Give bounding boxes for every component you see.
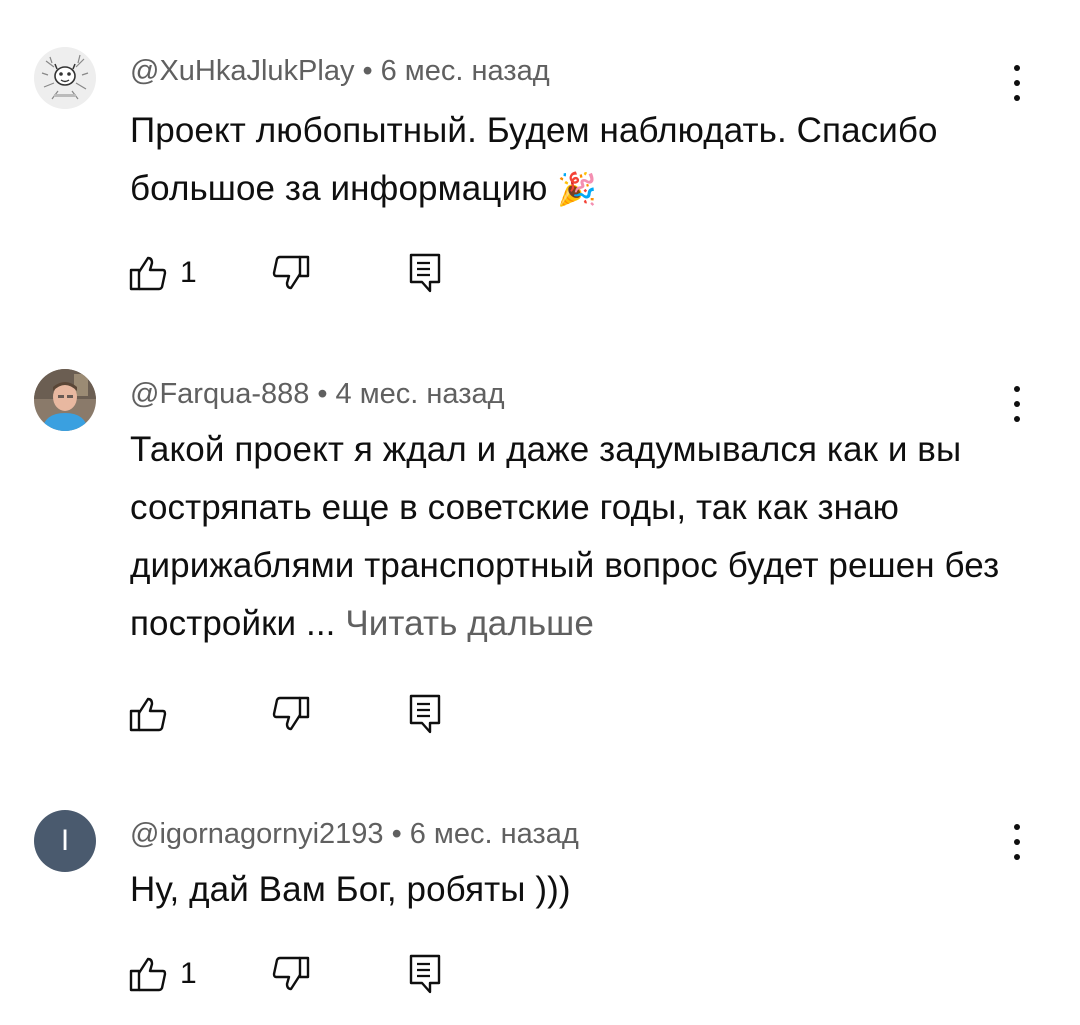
thumbs-up-icon — [129, 256, 167, 291]
comment-author[interactable]: @XuHkaJlukPlay — [130, 55, 354, 87]
reply-comment-icon — [409, 253, 441, 293]
more-vertical-icon[interactable] — [1003, 384, 1031, 424]
comment-time[interactable]: 4 мес. назад — [336, 378, 505, 410]
comment-meta: @igornagornyi2193 • 6 мес. назад — [130, 818, 579, 851]
more-vertical-icon[interactable] — [1003, 822, 1031, 862]
like-count: 1 — [180, 957, 197, 990]
avatar[interactable] — [34, 47, 96, 109]
reply-button[interactable] — [408, 251, 442, 295]
thumbs-up-icon — [129, 957, 167, 992]
thumbs-down-icon — [272, 255, 310, 290]
dislike-button[interactable] — [271, 952, 311, 996]
like-button[interactable] — [128, 692, 180, 736]
dislike-button[interactable] — [271, 251, 311, 295]
thumbs-down-icon — [272, 956, 310, 991]
thumbs-up-icon — [129, 697, 167, 732]
avatar[interactable] — [34, 369, 96, 431]
separator-dot: • — [317, 378, 328, 410]
dislike-button[interactable] — [271, 692, 311, 736]
like-button[interactable]: 1 — [128, 952, 197, 996]
channel-logo-icon — [34, 47, 96, 109]
comment-meta: @Farqua-888 • 4 мес. назад — [130, 378, 505, 411]
user-photo-icon — [34, 369, 96, 431]
like-count: 1 — [180, 256, 197, 289]
comment-text: Проект любопытный. Будем наблюдать. Спас… — [130, 111, 938, 208]
avatar[interactable]: I — [34, 810, 96, 872]
comment-time[interactable]: 6 мес. назад — [381, 55, 550, 87]
comment-actions: 1 — [128, 952, 528, 996]
separator-dot: • — [362, 55, 373, 87]
reply-button[interactable] — [408, 952, 442, 996]
reply-comment-icon — [409, 954, 441, 994]
comment-meta: @XuHkaJlukPlay • 6 мес. назад — [130, 55, 550, 88]
reply-comment-icon — [409, 694, 441, 734]
comment-author[interactable]: @igornagornyi2193 — [130, 818, 384, 850]
comment-time[interactable]: 6 мес. назад — [410, 818, 579, 850]
separator-dot: • — [391, 818, 402, 850]
like-button[interactable]: 1 — [128, 251, 197, 295]
thumbs-down-icon — [272, 696, 310, 731]
comment-author[interactable]: @Farqua-888 — [130, 378, 309, 410]
reply-button[interactable] — [408, 692, 442, 736]
read-more-link[interactable]: Читать дальше — [345, 604, 594, 643]
avatar-letter: I — [60, 824, 70, 857]
party-popper-icon: 🎉 — [557, 171, 598, 207]
comment-text: Такой проект я ждал и даже задумывался к… — [130, 430, 1000, 643]
comment-text: Ну, дай Вам Бог, робяты ))) — [130, 870, 571, 909]
comment-actions — [128, 692, 528, 736]
comment-actions: 1 — [128, 251, 528, 295]
more-vertical-icon[interactable] — [1003, 63, 1031, 103]
